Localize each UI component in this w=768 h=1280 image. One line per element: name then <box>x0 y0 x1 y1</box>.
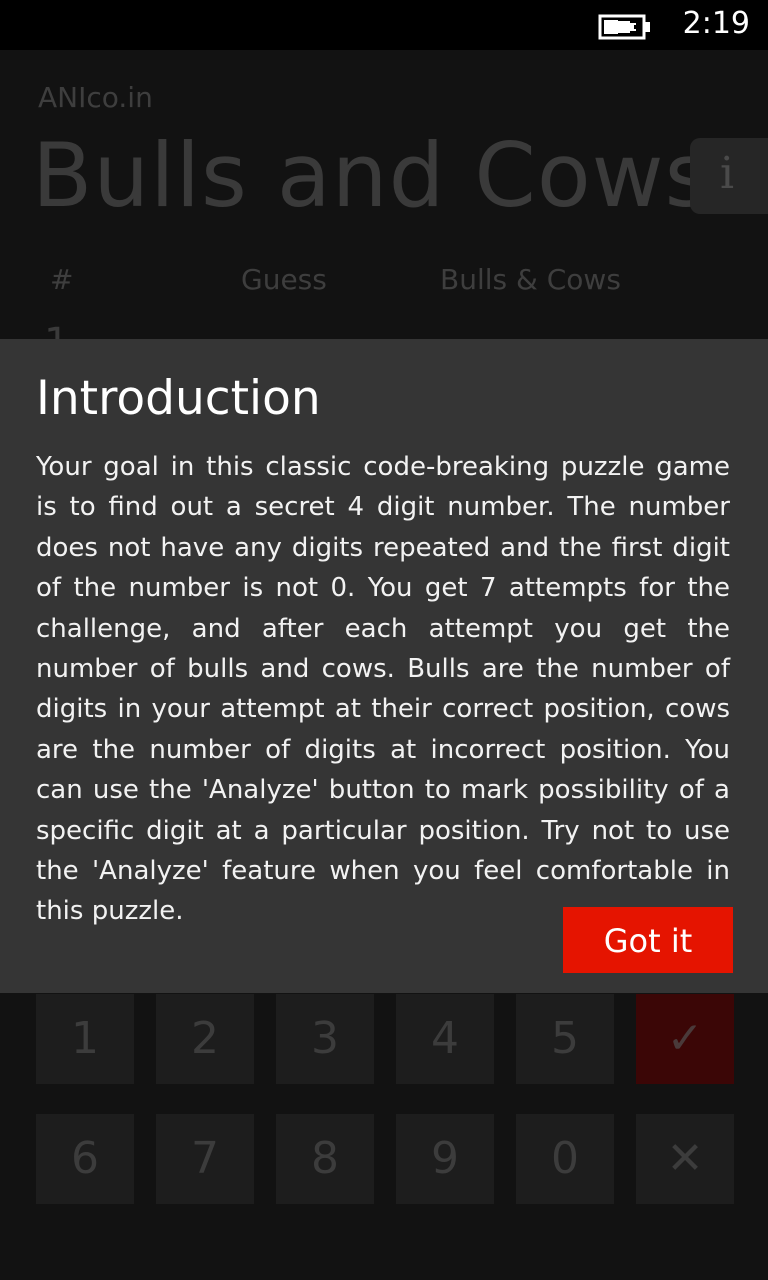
status-bar: 2:19 <box>0 0 768 50</box>
key-8[interactable]: 8 <box>276 1114 374 1204</box>
info-button[interactable]: i <box>690 138 768 214</box>
key-5[interactable]: 5 <box>516 994 614 1084</box>
battery-charging-icon <box>598 14 650 40</box>
key-9[interactable]: 9 <box>396 1114 494 1204</box>
keypad: 1 2 3 4 5 ✓ 6 7 8 9 0 ✕ <box>36 994 736 1206</box>
key-6[interactable]: 6 <box>36 1114 134 1204</box>
key-4[interactable]: 4 <box>396 994 494 1084</box>
column-header-guess: Guess <box>241 263 327 296</box>
column-header-bulls-cows: Bulls & Cows <box>440 263 621 296</box>
publisher-label: ANIco.in <box>38 81 153 114</box>
introduction-dialog: Introduction Your goal in this classic c… <box>0 339 768 993</box>
dialog-heading: Introduction <box>36 371 321 426</box>
submit-check-button[interactable]: ✓ <box>636 994 734 1084</box>
column-header-number: # <box>50 263 74 296</box>
got-it-button[interactable]: Got it <box>563 907 733 973</box>
key-0[interactable]: 0 <box>516 1114 614 1204</box>
key-2[interactable]: 2 <box>156 994 254 1084</box>
info-icon: i <box>720 148 735 199</box>
clear-button[interactable]: ✕ <box>636 1114 734 1204</box>
key-7[interactable]: 7 <box>156 1114 254 1204</box>
key-1[interactable]: 1 <box>36 994 134 1084</box>
clock: 2:19 <box>682 6 750 41</box>
page-title: Bulls and Cows <box>32 124 712 227</box>
dialog-body-text: Your goal in this classic code-breaking … <box>36 452 730 927</box>
key-3[interactable]: 3 <box>276 994 374 1084</box>
